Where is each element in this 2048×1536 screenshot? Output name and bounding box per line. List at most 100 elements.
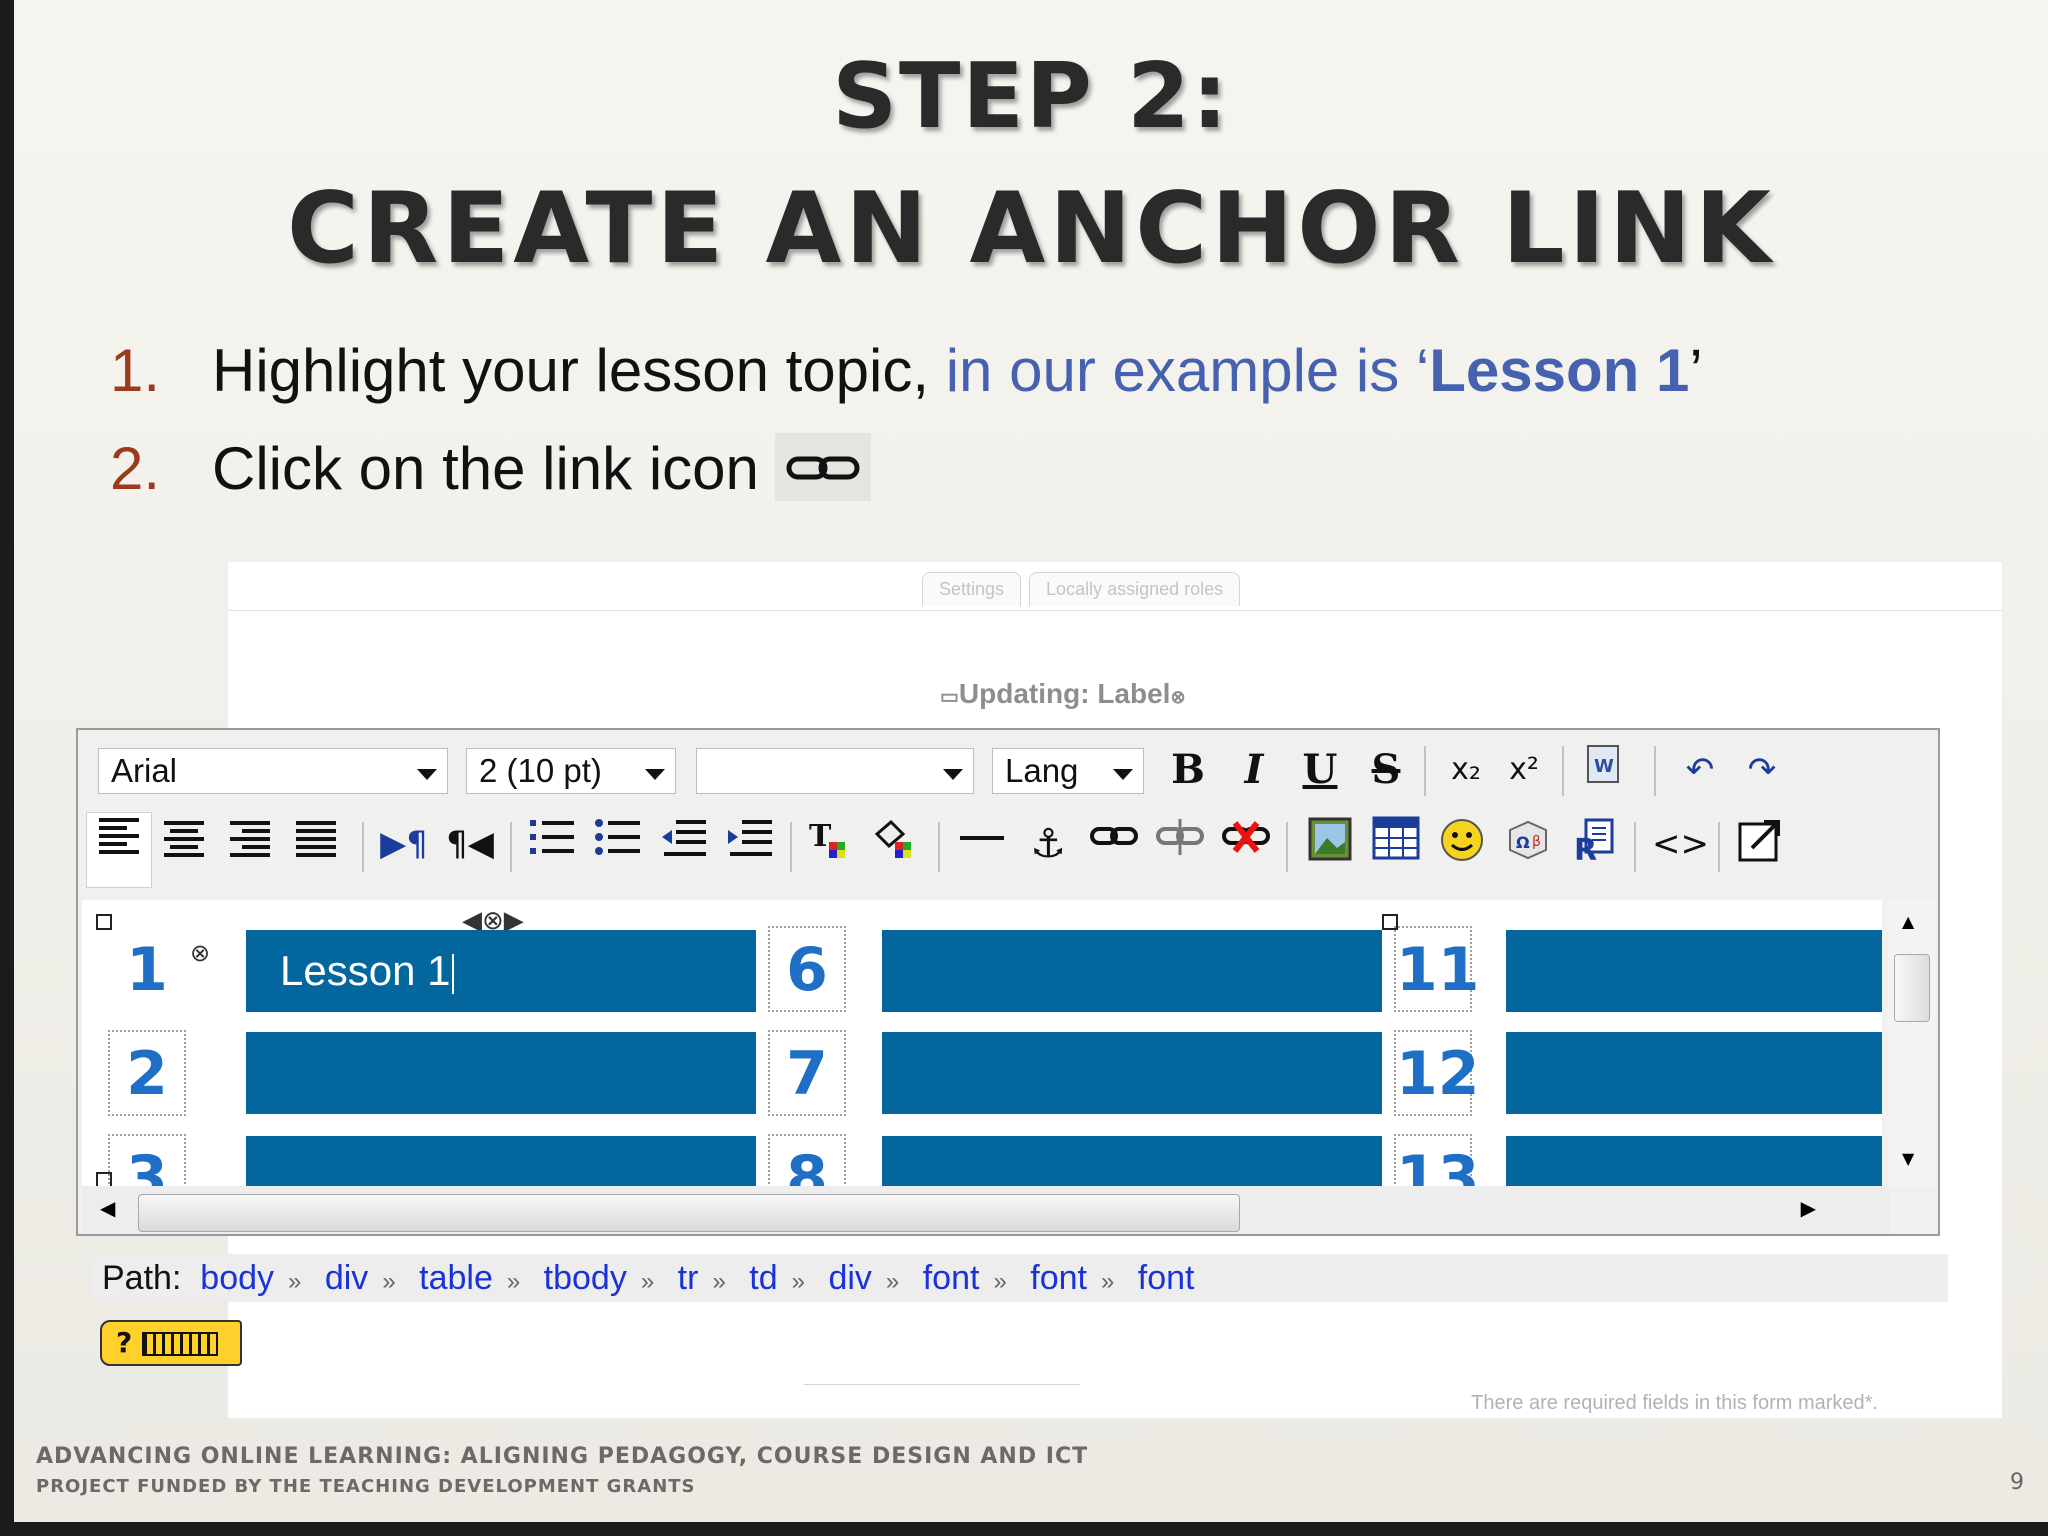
path-crumb[interactable]: div xyxy=(828,1259,871,1297)
font-family-select[interactable]: Arial xyxy=(98,748,448,794)
table-row-bar[interactable] xyxy=(882,930,1382,1012)
align-left-icon[interactable] xyxy=(86,812,152,888)
svg-text:W: W xyxy=(1594,756,1614,777)
text-cursor xyxy=(452,953,455,994)
path-crumb[interactable]: font xyxy=(923,1259,980,1297)
lang-select[interactable]: Lang xyxy=(992,748,1144,794)
outdent-icon[interactable] xyxy=(658,816,710,872)
table-number-cell: 1 xyxy=(126,935,168,1005)
step-text-quote: ’ xyxy=(1689,337,1703,404)
subscript-icon[interactable]: x₂ xyxy=(1440,742,1492,798)
horizontal-rule-icon[interactable] xyxy=(956,816,1008,872)
svg-text:T: T xyxy=(809,819,832,854)
rtl-icon[interactable]: ¶◀ xyxy=(444,816,496,872)
paste-word-icon[interactable]: W xyxy=(1578,742,1630,798)
table-row-bar[interactable] xyxy=(882,1032,1382,1114)
row-move-icon[interactable]: ⊗ xyxy=(190,941,210,965)
path-crumb[interactable]: font xyxy=(1138,1259,1195,1297)
keyboard-help-button[interactable]: ? xyxy=(100,1320,242,1366)
scroll-right-icon[interactable]: ▶ xyxy=(1801,1196,1816,1220)
align-right-icon[interactable] xyxy=(224,816,276,872)
strikethrough-icon[interactable]: S xyxy=(1360,742,1412,798)
slide: Step 2: Create an anchor link 1. Highlig… xyxy=(14,0,2048,1522)
background-color-icon[interactable] xyxy=(872,816,924,872)
smiley-icon[interactable] xyxy=(1436,816,1488,872)
tab-settings[interactable]: Settings xyxy=(922,572,1022,606)
scroll-left-icon[interactable]: ◀ xyxy=(100,1196,115,1220)
table-row-bar[interactable]: Lesson 1 xyxy=(246,930,756,1012)
svg-text:Ω: Ω xyxy=(1516,833,1530,852)
editor-content[interactable]: ◀⊗▶ 1 ⊗ Lesson 1 2 3 6 7 8 11 12 13 xyxy=(82,900,1882,1186)
chevron-down-icon xyxy=(1113,769,1133,780)
separator xyxy=(1654,746,1656,796)
link-icon xyxy=(774,433,871,502)
chevron-down-icon xyxy=(417,769,437,780)
path-separator: » xyxy=(993,1268,1007,1295)
step-text-part: Click on the link icon xyxy=(212,435,759,502)
table-number-cell: 2 xyxy=(108,1030,186,1116)
underline-icon[interactable]: U xyxy=(1294,742,1346,798)
path-crumb[interactable]: font xyxy=(1030,1259,1087,1297)
table-row-bar[interactable] xyxy=(882,1136,1382,1186)
table-row-bar[interactable] xyxy=(1506,930,1882,1012)
unlink-icon[interactable] xyxy=(1154,816,1206,872)
bold-icon[interactable]: B xyxy=(1162,742,1214,798)
scroll-up-icon[interactable]: ▲ xyxy=(1902,912,1914,931)
insert-table-icon[interactable] xyxy=(1370,816,1422,872)
insert-image-icon[interactable] xyxy=(1304,816,1356,872)
path-crumb[interactable]: td xyxy=(749,1259,777,1297)
anchor-icon[interactable]: ⚓ xyxy=(1022,816,1074,872)
path-bar: Path: body » div » table » tbody » tr » td » d… xyxy=(92,1254,1948,1302)
tab-locally-assigned-roles[interactable]: Locally assigned roles xyxy=(1029,572,1241,606)
table-row-bar[interactable] xyxy=(1506,1136,1882,1186)
scroll-thumb[interactable] xyxy=(138,1194,1240,1232)
ordered-list-icon[interactable] xyxy=(526,816,578,872)
link-icon[interactable] xyxy=(1088,816,1140,872)
redo-icon[interactable]: ↷ xyxy=(1736,742,1788,798)
path-crumb[interactable]: tbody xyxy=(544,1259,627,1297)
path-separator: » xyxy=(791,1268,805,1295)
path-separator: » xyxy=(1100,1268,1115,1295)
justify-icon[interactable] xyxy=(290,816,342,872)
style-select[interactable] xyxy=(696,748,974,794)
scroll-thumb[interactable] xyxy=(1894,954,1930,1022)
special-characters-icon[interactable]: Ωβ xyxy=(1502,816,1554,872)
align-center-icon[interactable] xyxy=(158,816,210,872)
fullscreen-icon[interactable] xyxy=(1734,816,1786,872)
vertical-scrollbar[interactable]: ▲ ▼ xyxy=(1888,900,1936,1186)
selected-text: Lesson 1 xyxy=(280,947,451,994)
tab-bar: Settings Locally assigned roles xyxy=(922,572,1241,606)
italic-icon[interactable]: I xyxy=(1228,742,1280,798)
page-heading: ▭Updating: Label⊗ xyxy=(940,678,1186,710)
font-size-select[interactable]: 2 (10 pt) xyxy=(466,748,676,794)
search-replace-icon[interactable]: R xyxy=(1568,816,1620,872)
step-example-lesson: Lesson 1 xyxy=(1429,337,1690,404)
ltr-icon[interactable]: ▶¶ xyxy=(378,816,430,872)
indent-icon[interactable] xyxy=(724,816,776,872)
undo-icon[interactable]: ↶ xyxy=(1674,742,1726,798)
text-color-icon[interactable]: T xyxy=(806,816,858,872)
separator xyxy=(1562,746,1564,796)
help-icon[interactable]: ⊗ xyxy=(1170,687,1185,707)
path-crumb[interactable]: body xyxy=(200,1259,274,1297)
path-crumb[interactable]: div xyxy=(325,1259,368,1297)
superscript-icon[interactable]: x² xyxy=(1498,742,1550,798)
path-separator: » xyxy=(288,1268,302,1295)
scroll-down-icon[interactable]: ▼ xyxy=(1902,1149,1914,1168)
toolbar-row-1: Arial 2 (10 pt) Lang B I U S x₂ x² W ↶ ↷ xyxy=(78,730,1938,806)
separator xyxy=(938,822,940,872)
table-row-bar[interactable] xyxy=(246,1032,756,1114)
path-crumb[interactable]: tr xyxy=(678,1259,699,1297)
table-number-cell: 8 xyxy=(768,1134,846,1186)
table-row-bar[interactable] xyxy=(246,1136,756,1186)
separator xyxy=(1634,822,1636,872)
nolink-icon[interactable] xyxy=(1220,816,1272,872)
step-number: 1. xyxy=(110,337,161,404)
path-crumb[interactable]: table xyxy=(419,1259,493,1297)
horizontal-scrollbar[interactable]: ◀ ▶ xyxy=(82,1186,1890,1234)
unordered-list-icon[interactable] xyxy=(592,816,644,872)
step-number: 2. xyxy=(110,435,161,502)
table-row-bar[interactable] xyxy=(1506,1032,1882,1114)
html-source-icon[interactable]: <> xyxy=(1652,816,1709,872)
table-number-cell: 13 xyxy=(1394,1134,1480,1186)
